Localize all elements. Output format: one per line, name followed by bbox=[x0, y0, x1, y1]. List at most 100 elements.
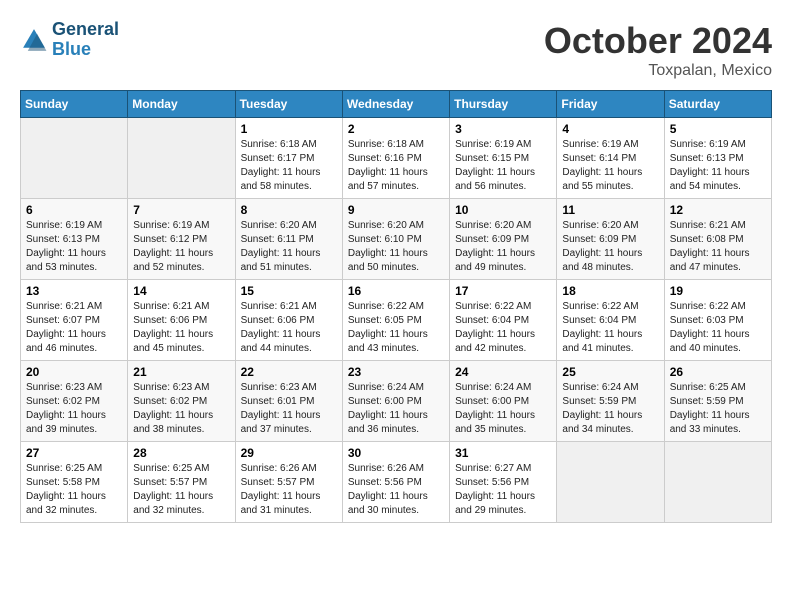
day-info: Sunrise: 6:18 AM Sunset: 6:16 PM Dayligh… bbox=[348, 138, 444, 194]
day-number: 7 bbox=[133, 203, 229, 217]
calendar-cell: 23 Sunrise: 6:24 AM Sunset: 6:00 PM Dayli… bbox=[342, 361, 449, 442]
day-info: Sunrise: 6:20 AM Sunset: 6:09 PM Dayligh… bbox=[562, 219, 658, 275]
calendar-cell: 8 Sunrise: 6:20 AM Sunset: 6:11 PM Daylig… bbox=[235, 199, 342, 280]
day-number: 26 bbox=[670, 365, 766, 379]
calendar-cell: 5 Sunrise: 6:19 AM Sunset: 6:13 PM Daylig… bbox=[664, 118, 771, 199]
day-info: Sunrise: 6:22 AM Sunset: 6:04 PM Dayligh… bbox=[562, 300, 658, 356]
day-number: 9 bbox=[348, 203, 444, 217]
day-number: 11 bbox=[562, 203, 658, 217]
calendar-cell: 6 Sunrise: 6:19 AM Sunset: 6:13 PM Daylig… bbox=[21, 199, 128, 280]
month-title: October 2024 bbox=[544, 20, 772, 62]
day-number: 25 bbox=[562, 365, 658, 379]
day-number: 21 bbox=[133, 365, 229, 379]
calendar-week-0: 1Sunrise: 6:18 AM Sunset: 6:17 PM Daylig… bbox=[21, 118, 772, 199]
day-info: Sunrise: 6:21 AM Sunset: 6:06 PM Dayligh… bbox=[241, 300, 337, 356]
calendar-body: 1Sunrise: 6:18 AM Sunset: 6:17 PM Daylig… bbox=[21, 118, 772, 523]
day-info: Sunrise: 6:19 AM Sunset: 6:12 PM Dayligh… bbox=[133, 219, 229, 275]
day-info: Sunrise: 6:21 AM Sunset: 6:07 PM Dayligh… bbox=[26, 300, 122, 356]
day-number: 31 bbox=[455, 446, 551, 460]
day-number: 27 bbox=[26, 446, 122, 460]
calendar-cell: 25 Sunrise: 6:24 AM Sunset: 5:59 PM Dayli… bbox=[557, 361, 664, 442]
calendar-cell: 16Sunrise: 6:22 AM Sunset: 6:05 PM Dayli… bbox=[342, 280, 449, 361]
day-info: Sunrise: 6:24 AM Sunset: 5:59 PM Dayligh… bbox=[562, 381, 658, 437]
calendar-cell: 26Sunrise: 6:25 AM Sunset: 5:59 PM Dayli… bbox=[664, 361, 771, 442]
day-number: 22 bbox=[241, 365, 337, 379]
calendar-cell: 21Sunrise: 6:23 AM Sunset: 6:02 PM Dayli… bbox=[128, 361, 235, 442]
calendar: SundayMondayTuesdayWednesdayThursdayFrid… bbox=[20, 90, 772, 523]
day-number: 6 bbox=[26, 203, 122, 217]
day-info: Sunrise: 6:20 AM Sunset: 6:11 PM Dayligh… bbox=[241, 219, 337, 275]
calendar-cell: 29 Sunrise: 6:26 AM Sunset: 5:57 PM Dayli… bbox=[235, 442, 342, 523]
day-number: 23 bbox=[348, 365, 444, 379]
day-number: 20 bbox=[26, 365, 122, 379]
calendar-cell: 18 Sunrise: 6:22 AM Sunset: 6:04 PM Dayli… bbox=[557, 280, 664, 361]
day-number: 17 bbox=[455, 284, 551, 298]
day-info: Sunrise: 6:23 AM Sunset: 6:02 PM Dayligh… bbox=[26, 381, 122, 437]
calendar-header: SundayMondayTuesdayWednesdayThursdayFrid… bbox=[21, 91, 772, 118]
calendar-cell: 27 Sunrise: 6:25 AM Sunset: 5:58 PM Dayli… bbox=[21, 442, 128, 523]
day-number: 14 bbox=[133, 284, 229, 298]
day-number: 12 bbox=[670, 203, 766, 217]
day-number: 10 bbox=[455, 203, 551, 217]
day-number: 2 bbox=[348, 122, 444, 136]
calendar-cell: 7 Sunrise: 6:19 AM Sunset: 6:12 PM Daylig… bbox=[128, 199, 235, 280]
weekday-header-wednesday: Wednesday bbox=[342, 91, 449, 118]
day-number: 1 bbox=[241, 122, 337, 136]
calendar-cell: 24Sunrise: 6:24 AM Sunset: 6:00 PM Dayli… bbox=[450, 361, 557, 442]
calendar-cell: 30 Sunrise: 6:26 AM Sunset: 5:56 PM Dayli… bbox=[342, 442, 449, 523]
day-info: Sunrise: 6:26 AM Sunset: 5:56 PM Dayligh… bbox=[348, 462, 444, 518]
page-header: General Blue October 2024 Toxpalan, Mexi… bbox=[20, 20, 772, 80]
location: Toxpalan, Mexico bbox=[544, 62, 772, 80]
day-info: Sunrise: 6:19 AM Sunset: 6:15 PM Dayligh… bbox=[455, 138, 551, 194]
day-number: 4 bbox=[562, 122, 658, 136]
calendar-cell: 2 Sunrise: 6:18 AM Sunset: 6:16 PM Daylig… bbox=[342, 118, 449, 199]
calendar-week-4: 27 Sunrise: 6:25 AM Sunset: 5:58 PM Dayli… bbox=[21, 442, 772, 523]
calendar-cell: 22Sunrise: 6:23 AM Sunset: 6:01 PM Dayli… bbox=[235, 361, 342, 442]
day-info: Sunrise: 6:22 AM Sunset: 6:03 PM Dayligh… bbox=[670, 300, 766, 356]
day-info: Sunrise: 6:21 AM Sunset: 6:08 PM Dayligh… bbox=[670, 219, 766, 275]
day-info: Sunrise: 6:19 AM Sunset: 6:13 PM Dayligh… bbox=[26, 219, 122, 275]
day-number: 29 bbox=[241, 446, 337, 460]
day-number: 13 bbox=[26, 284, 122, 298]
day-info: Sunrise: 6:22 AM Sunset: 6:04 PM Dayligh… bbox=[455, 300, 551, 356]
day-info: Sunrise: 6:22 AM Sunset: 6:05 PM Dayligh… bbox=[348, 300, 444, 356]
calendar-week-2: 13 Sunrise: 6:21 AM Sunset: 6:07 PM Dayli… bbox=[21, 280, 772, 361]
calendar-cell: 14 Sunrise: 6:21 AM Sunset: 6:06 PM Dayli… bbox=[128, 280, 235, 361]
calendar-cell: 4 Sunrise: 6:19 AM Sunset: 6:14 PM Daylig… bbox=[557, 118, 664, 199]
day-number: 24 bbox=[455, 365, 551, 379]
calendar-cell: 3Sunrise: 6:19 AM Sunset: 6:15 PM Daylig… bbox=[450, 118, 557, 199]
calendar-cell: 20 Sunrise: 6:23 AM Sunset: 6:02 PM Dayli… bbox=[21, 361, 128, 442]
day-number: 30 bbox=[348, 446, 444, 460]
day-info: Sunrise: 6:25 AM Sunset: 5:58 PM Dayligh… bbox=[26, 462, 122, 518]
day-info: Sunrise: 6:21 AM Sunset: 6:06 PM Dayligh… bbox=[133, 300, 229, 356]
day-info: Sunrise: 6:27 AM Sunset: 5:56 PM Dayligh… bbox=[455, 462, 551, 518]
calendar-week-3: 20 Sunrise: 6:23 AM Sunset: 6:02 PM Dayli… bbox=[21, 361, 772, 442]
calendar-cell: 11 Sunrise: 6:20 AM Sunset: 6:09 PM Dayli… bbox=[557, 199, 664, 280]
calendar-cell bbox=[557, 442, 664, 523]
calendar-cell: 17 Sunrise: 6:22 AM Sunset: 6:04 PM Dayli… bbox=[450, 280, 557, 361]
day-info: Sunrise: 6:26 AM Sunset: 5:57 PM Dayligh… bbox=[241, 462, 337, 518]
day-number: 5 bbox=[670, 122, 766, 136]
day-info: Sunrise: 6:19 AM Sunset: 6:14 PM Dayligh… bbox=[562, 138, 658, 194]
calendar-cell bbox=[21, 118, 128, 199]
calendar-cell: 10Sunrise: 6:20 AM Sunset: 6:09 PM Dayli… bbox=[450, 199, 557, 280]
calendar-cell: 15Sunrise: 6:21 AM Sunset: 6:06 PM Dayli… bbox=[235, 280, 342, 361]
calendar-cell: 12 Sunrise: 6:21 AM Sunset: 6:08 PM Dayli… bbox=[664, 199, 771, 280]
calendar-cell bbox=[128, 118, 235, 199]
calendar-cell: 13 Sunrise: 6:21 AM Sunset: 6:07 PM Dayli… bbox=[21, 280, 128, 361]
day-info: Sunrise: 6:19 AM Sunset: 6:13 PM Dayligh… bbox=[670, 138, 766, 194]
weekday-header-sunday: Sunday bbox=[21, 91, 128, 118]
day-number: 8 bbox=[241, 203, 337, 217]
day-number: 18 bbox=[562, 284, 658, 298]
day-number: 28 bbox=[133, 446, 229, 460]
weekday-header-tuesday: Tuesday bbox=[235, 91, 342, 118]
day-info: Sunrise: 6:25 AM Sunset: 5:57 PM Dayligh… bbox=[133, 462, 229, 518]
calendar-week-1: 6 Sunrise: 6:19 AM Sunset: 6:13 PM Daylig… bbox=[21, 199, 772, 280]
day-number: 19 bbox=[670, 284, 766, 298]
weekday-header-monday: Monday bbox=[128, 91, 235, 118]
calendar-cell: 9Sunrise: 6:20 AM Sunset: 6:10 PM Daylig… bbox=[342, 199, 449, 280]
weekday-header-thursday: Thursday bbox=[450, 91, 557, 118]
day-info: Sunrise: 6:24 AM Sunset: 6:00 PM Dayligh… bbox=[348, 381, 444, 437]
calendar-cell: 1Sunrise: 6:18 AM Sunset: 6:17 PM Daylig… bbox=[235, 118, 342, 199]
weekday-row: SundayMondayTuesdayWednesdayThursdayFrid… bbox=[21, 91, 772, 118]
